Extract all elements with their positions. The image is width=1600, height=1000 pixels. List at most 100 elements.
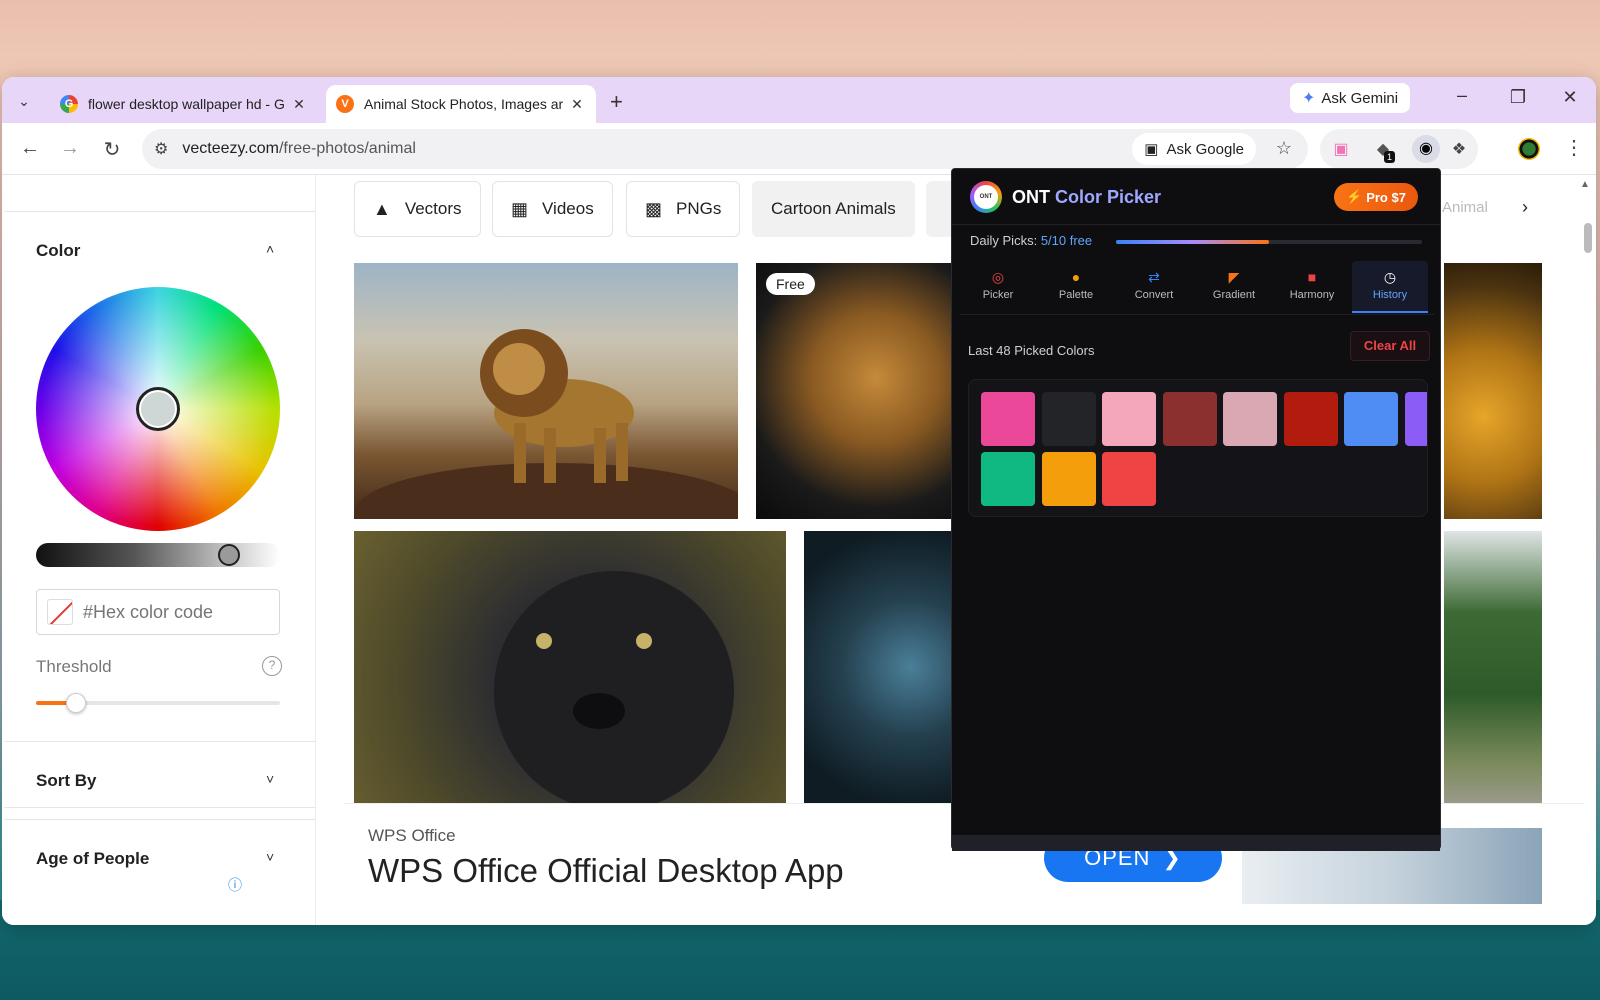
restore-icon[interactable]: ❐ [1506,87,1530,108]
color-swatch[interactable] [1162,392,1217,446]
clear-all-button[interactable]: Clear All [1350,331,1430,361]
color-swatch[interactable] [1404,392,1427,446]
yellow-flowers-photo[interactable] [1444,263,1542,519]
wolf-photo[interactable] [804,531,956,803]
close-icon[interactable]: ✕ [568,95,586,113]
ask-google-button[interactable]: ▣ Ask Google [1132,133,1256,165]
lightness-slider[interactable] [36,543,280,567]
extension-puzzle-badge-icon[interactable]: ◆ 1 [1372,139,1396,163]
back-icon[interactable]: ← [18,137,42,160]
color-swatch[interactable] [1102,452,1156,506]
address-bar[interactable]: ⚙ vecteezy.com/free-photos/animal ▣ Ask … [142,129,1308,169]
url-text: vecteezy.com/free-photos/animal [182,140,416,157]
chevron-right-icon[interactable]: › [1522,197,1528,218]
no-color-swatch-icon [47,599,73,625]
pro-label: Pro $7 [1366,189,1406,205]
forest-photo[interactable] [1444,531,1542,803]
ad-title: WPS Office Official Desktop App [368,852,844,889]
info-icon[interactable]: ⓘ [228,875,242,895]
new-tab-icon[interactable]: + [610,89,623,115]
scrollbar-thumb[interactable] [1584,223,1592,253]
color-wheel-handle[interactable] [136,387,180,431]
popup-header: ONT Color Picker ⚡Pro $7 [952,169,1440,225]
chip-vectors[interactable]: ▲ Vectors [354,181,481,237]
pro-upgrade-button[interactable]: ⚡ Pro $7 [1334,183,1418,211]
tab-search-chevron-icon[interactable]: ⌄ [12,89,36,113]
chip-label: Videos [542,199,594,218]
chevron-up-icon[interactable]: ˄ [266,241,274,257]
ask-google-label: Ask Google [1166,140,1244,158]
color-swatch[interactable] [1344,392,1398,446]
ad-brand: WPS Office [368,826,456,845]
bookmark-star-icon[interactable]: ☆ [1276,138,1292,159]
tab-gradient[interactable]: ◤ Gradient [1196,261,1272,313]
forward-icon[interactable]: → [58,137,82,160]
tab-harmony[interactable]: ■ Harmony [1274,261,1350,313]
tab-animal-stock-photos[interactable]: V Animal Stock Photos, Images ar ✕ [326,85,596,123]
window-close-icon[interactable]: ✕ [1558,87,1582,108]
threshold-label: Threshold [36,657,112,676]
color-picker-extension-icon[interactable]: ◉ [1412,135,1440,163]
vecteezy-icon: V [336,95,354,113]
popup-scrollbar[interactable] [952,835,1440,851]
extension-instagram-icon[interactable]: ▣ [1330,139,1352,161]
chip-pngs[interactable]: ▩ PNGs [626,181,741,237]
filter-sidebar: Color ˄ Threshold ? Sort By ˅ Age of Peo… [2,175,316,925]
chip-label: Cartoon Animals [771,199,896,218]
color-swatch[interactable] [1041,392,1096,446]
black-panther-photo[interactable] [354,531,786,803]
clock-icon: ◷ [1383,269,1397,285]
history-count-label: Last 48 Picked Colors [968,343,1095,358]
tab-convert[interactable]: ⇄ Convert [1116,261,1192,313]
google-icon: G [60,95,78,113]
palette-icon: ● [1071,269,1081,285]
hex-input[interactable] [83,601,273,623]
vector-pen-icon: ▲ [373,198,391,219]
color-swatch[interactable] [1223,392,1277,446]
color-swatch[interactable] [1283,392,1338,446]
target-icon: ◎ [991,269,1005,285]
profile-avatar[interactable] [1518,138,1540,160]
color-swatch[interactable] [1041,452,1096,506]
lion-photo[interactable] [354,263,738,519]
jaguar-photo[interactable]: Free [756,263,956,519]
more-menu-icon[interactable]: ⋮ [1564,135,1584,160]
color-swatch[interactable] [981,392,1035,446]
color-swatch[interactable] [1102,392,1156,446]
chip-animal-partial[interactable]: Animal [1442,199,1488,216]
chip-videos[interactable]: ▦ Videos [492,181,613,237]
chevron-down-icon[interactable]: ˅ [266,771,274,787]
tab-history[interactable]: ◷ History [1352,261,1428,313]
lightning-icon: ⚡ [1346,189,1363,204]
close-icon[interactable]: ✕ [290,95,308,113]
extensions-group: ▣ ◆ 1 ◉ ❖ [1320,129,1478,169]
site-info-icon[interactable]: ⚙ [154,139,168,159]
ont-logo-icon [970,181,1002,213]
chip-label: PNGs [676,199,722,218]
threshold-slider-handle[interactable] [66,693,86,713]
reload-icon[interactable]: ↻ [100,137,124,162]
popup-title: ONT Color Picker [1012,187,1162,207]
color-swatch[interactable] [981,452,1035,506]
minimize-icon[interactable]: – [1450,85,1474,106]
tab-title: flower desktop wallpaper hd - G [88,96,285,112]
ask-gemini-label: Ask Gemini [1321,89,1399,107]
sort-by-heading[interactable]: Sort By [36,771,96,791]
gemini-sparkle-icon: ✦ [1302,90,1316,107]
hex-color-field[interactable] [36,589,280,635]
chip-cartoon-animals[interactable]: Cartoon Animals [752,181,915,237]
tab-title: Animal Stock Photos, Images ar [364,96,564,112]
age-of-people-heading[interactable]: Age of People [36,849,149,869]
color-heading[interactable]: Color [36,241,80,261]
extensions-puzzle-icon[interactable]: ❖ [1448,139,1470,161]
ask-gemini-button[interactable]: ✦ Ask Gemini [1290,83,1411,113]
scroll-up-arrow-icon[interactable]: ▲ [1580,179,1590,190]
help-icon[interactable]: ? [262,656,282,676]
tab-palette[interactable]: ● Palette [1038,261,1114,313]
chevron-down-icon[interactable]: ˅ [266,849,274,865]
tab-picker[interactable]: ◎ Picker [960,261,1036,313]
lightness-handle[interactable] [218,544,240,566]
free-badge: Free [766,273,815,295]
tab-flower-wallpaper[interactable]: G flower desktop wallpaper hd - G ✕ [50,85,318,123]
divider [4,807,316,808]
